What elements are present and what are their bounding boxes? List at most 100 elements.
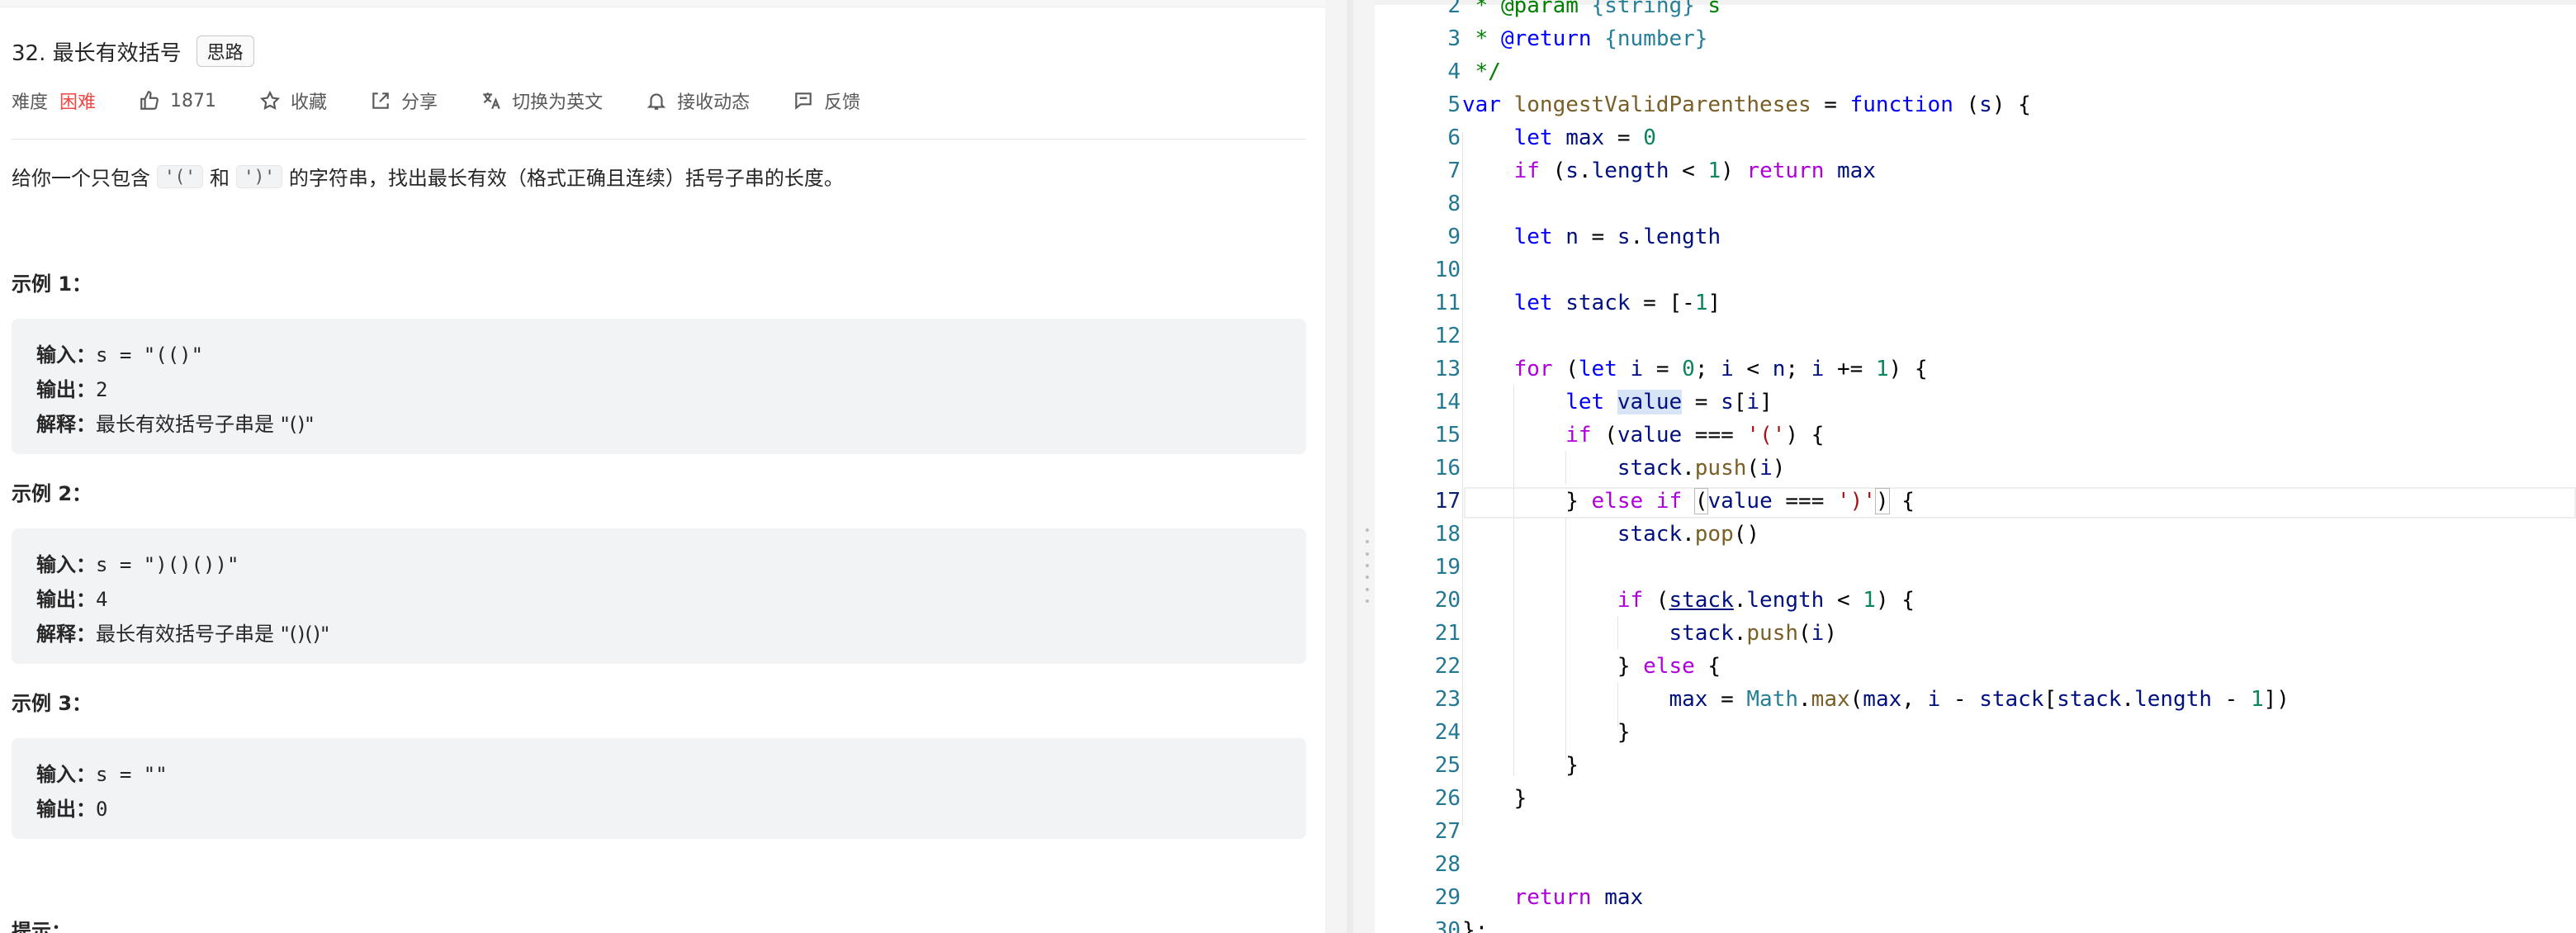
subscribe-label: 接收动态 [677, 92, 751, 113]
line-number: 9 [1447, 225, 1461, 249]
input-label: 输入： [36, 553, 96, 576]
line-number: 22 [1434, 654, 1461, 679]
code-editor[interactable]: 2 3 4 5 6 7 8 9 10 11 12 13 14 15 16 17 … [1375, 0, 2576, 933]
code-line: * @param {string} s [1462, 0, 1721, 18]
line-number: 14 [1434, 390, 1461, 414]
example-3-input: 输入：s = "" [36, 758, 168, 787]
example-input-value: s = "" [96, 763, 168, 786]
line-number: 4 [1447, 59, 1461, 84]
example-explain-value: 最长有效括号子串是 "()" [96, 413, 315, 436]
code-line: } [1462, 720, 1631, 745]
desc-prefix: 给你一个只包含 [12, 167, 150, 190]
code-line: stack.push(i) [1617, 456, 1786, 481]
line-number: 12 [1434, 324, 1461, 348]
line-number: 10 [1434, 258, 1461, 282]
divider [12, 139, 1306, 140]
code-line: let n = s.length [1513, 225, 1721, 249]
share-label: 分享 [401, 92, 438, 113]
subscribe-button[interactable]: 接收动态 [646, 88, 750, 114]
panel-top-strip [0, 0, 1325, 7]
example-3-title: 示例 3： [12, 692, 92, 715]
example-1-input: 输入：s = "(()" [36, 339, 203, 367]
example-explain-value: 最长有效括号子串是 "()()" [96, 623, 330, 646]
feedback-label: 反馈 [824, 92, 861, 113]
share-icon [372, 92, 389, 109]
example-3-box: 输入：s = "" 输出：0 [12, 738, 1306, 839]
code-line: if (stack.length < 1) { [1617, 588, 1915, 613]
feedback-button[interactable]: 反馈 [793, 88, 860, 114]
example-output-value: 2 [96, 378, 108, 401]
example-1-title: 示例 1： [12, 272, 92, 296]
pane-splitter[interactable] [1325, 0, 1375, 933]
example-input-value: s = "(()" [96, 343, 204, 367]
like-button[interactable]: 1871 [139, 90, 216, 111]
example-3-output: 输出：0 [36, 793, 107, 822]
line-number: 20 [1434, 588, 1461, 613]
switch-language-button[interactable]: 切换为英文 [481, 88, 603, 114]
line-number: 21 [1434, 621, 1461, 646]
line-number: 28 [1434, 852, 1461, 877]
line-number: 8 [1447, 192, 1461, 216]
code-line: max = Math.max(max, i - stack[stack.leng… [1669, 687, 2290, 712]
code-line: let value = s[i] [1565, 390, 1773, 414]
star-icon [259, 90, 281, 110]
line-number: 29 [1434, 885, 1461, 910]
input-label: 输入： [36, 343, 96, 367]
code-line: stack.push(i) [1669, 621, 1837, 646]
output-label: 输出： [36, 588, 96, 611]
difficulty-value: 困难 [59, 92, 97, 113]
problem-description: 给你一个只包含 '(' 和 ')' 的字符串，找出最长有效（格式正确且连续）括号… [12, 162, 844, 191]
drag-handle-icon[interactable] [1365, 528, 1370, 603]
line-number: 7 [1447, 159, 1461, 183]
feedback-icon [795, 92, 812, 110]
line-number-active: 17 [1434, 489, 1461, 514]
splitter-rail [1347, 0, 1353, 933]
line-number: 13 [1434, 357, 1461, 381]
desc-code-open-paren: '(' [157, 164, 203, 188]
example-1-box: 输入：s = "(()" 输出：2 解释：最长有效括号子串是 "()" [12, 319, 1306, 454]
code-line: } [1462, 753, 1579, 778]
output-label: 输出： [36, 378, 96, 401]
problem-panel: 32. 最长有效括号 思路 难度 困难 1871 收藏 分享 切换为英文 接收动… [0, 0, 1325, 933]
line-number: 24 [1434, 720, 1461, 745]
example-1-explain: 解释：最长有效括号子串是 "()" [36, 408, 314, 437]
example-output-value: 0 [96, 798, 108, 821]
switch-language-label: 切换为英文 [512, 92, 604, 113]
hint-badge[interactable]: 思路 [196, 36, 254, 67]
example-2-box: 输入：s = ")()())" 输出：4 解释：最长有效括号子串是 "()()" [12, 528, 1306, 664]
favorite-label: 收藏 [291, 92, 328, 113]
explain-label: 解释： [36, 623, 96, 646]
hint-title: 提示： [12, 920, 71, 933]
code-line: for (let i = 0; i < n; i += 1) { [1513, 357, 1928, 381]
output-label: 输出： [36, 798, 96, 821]
desc-code-close-paren: ')' [235, 164, 282, 188]
line-number: 18 [1434, 522, 1461, 547]
line-number: 5 [1447, 92, 1461, 117]
code-line: */ [1462, 59, 1501, 84]
code-line: }; [1462, 918, 1489, 933]
bell-icon [646, 93, 666, 110]
line-number: 30 [1434, 918, 1461, 933]
problem-title: 32. 最长有效括号 [12, 40, 182, 66]
example-2-title: 示例 2： [12, 482, 92, 505]
example-input-value: s = ")()())" [96, 553, 239, 576]
code-line: * @return {number} [1462, 26, 1708, 51]
example-output-value: 4 [96, 588, 108, 611]
code-line: } else { [1462, 654, 1721, 679]
meta-row: 难度 困难 1871 收藏 分享 切换为英文 接收动态 反馈 [12, 83, 903, 119]
line-number: 16 [1434, 456, 1461, 481]
code-line: let max = 0 [1513, 126, 1656, 150]
share-button[interactable]: 分享 [370, 88, 438, 114]
line-number: 26 [1434, 786, 1461, 811]
code-line: } [1462, 786, 1527, 811]
line-number: 27 [1434, 819, 1461, 844]
example-2-output: 输出：4 [36, 583, 107, 612]
example-1-output: 输出：2 [36, 373, 107, 402]
example-2-input: 输入：s = ")()())" [36, 548, 239, 577]
title-row: 32. 最长有效括号 思路 [12, 35, 254, 68]
code-line: var longestValidParentheses = function (… [1462, 92, 2031, 117]
favorite-button[interactable]: 收藏 [259, 88, 327, 114]
line-number: 25 [1434, 753, 1461, 778]
line-number: 2 [1447, 0, 1461, 18]
desc-suffix: 的字符串，找出最长有效（格式正确且连续）括号子串的长度。 [288, 167, 844, 190]
